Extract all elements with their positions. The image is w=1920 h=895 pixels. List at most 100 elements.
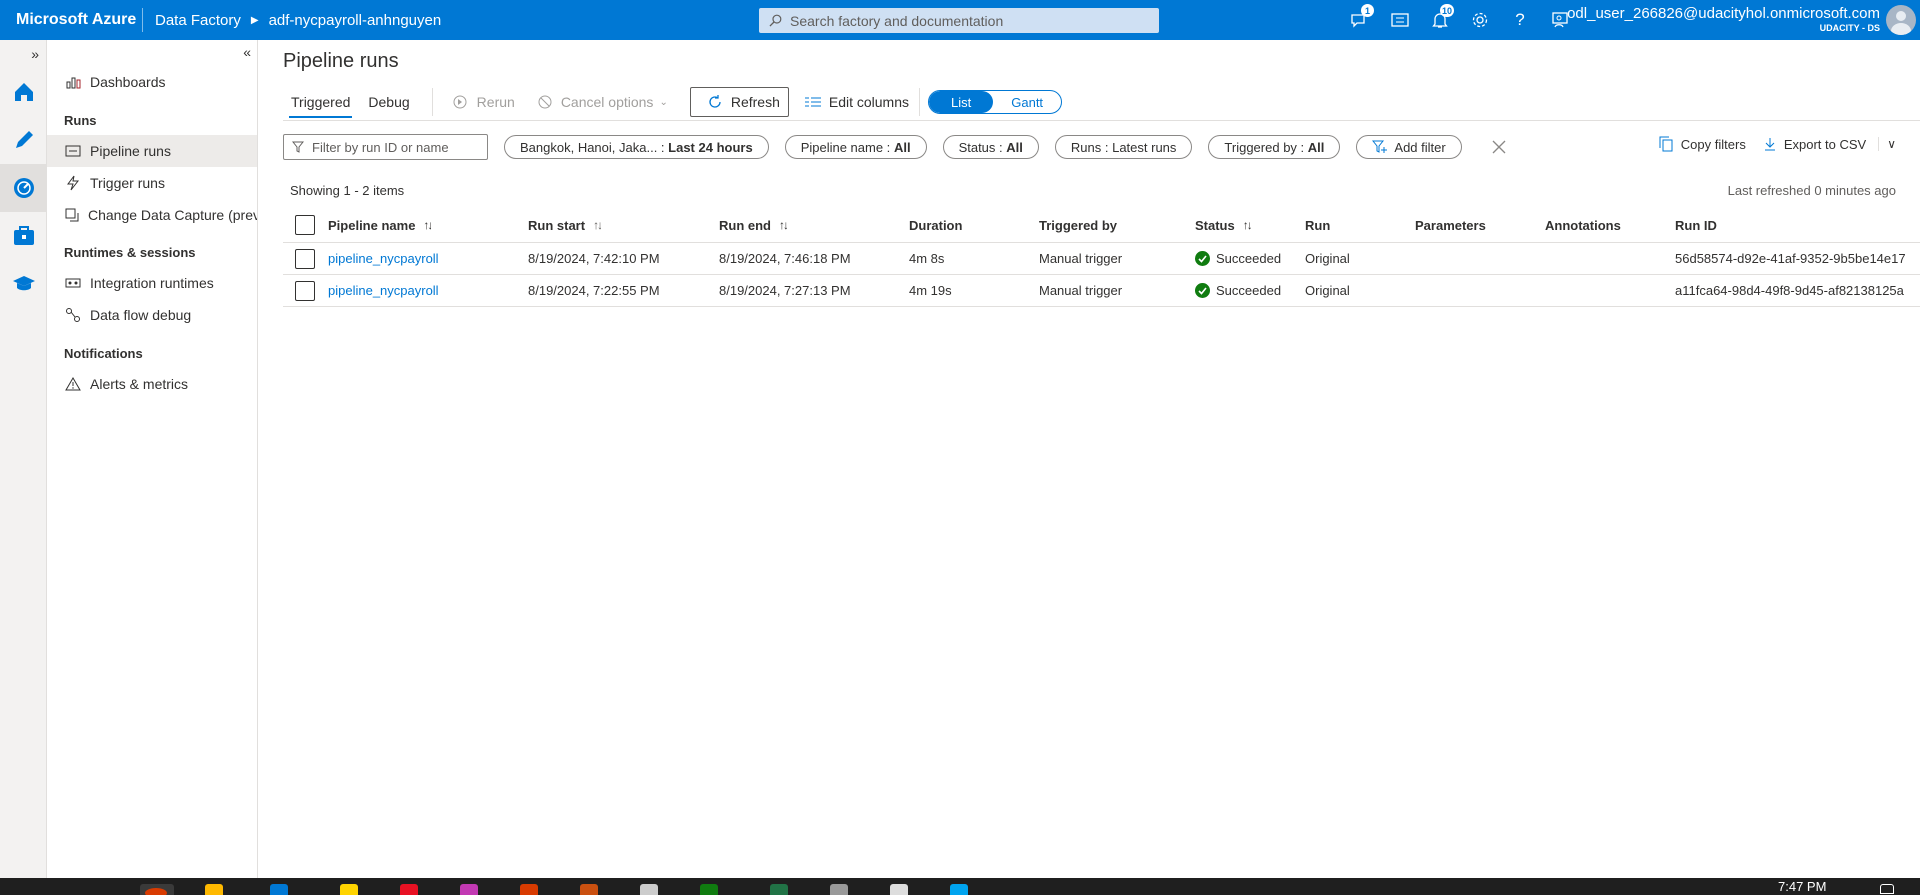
nav-item-trigger-runs[interactable]: Trigger runs xyxy=(47,167,257,199)
nav-item-data-flow-debug[interactable]: Data flow debug xyxy=(47,299,257,331)
chrome-icon[interactable] xyxy=(145,888,167,895)
help-button[interactable]: ? xyxy=(1500,0,1540,40)
checkbox-box xyxy=(295,280,315,301)
pipeline-name-link[interactable]: pipeline_nycpayroll xyxy=(328,243,439,274)
copy-filters-button[interactable]: Copy filters xyxy=(1659,136,1746,152)
list-view-button[interactable]: List xyxy=(929,91,994,113)
col-triggered-by[interactable]: Triggered by xyxy=(1039,208,1117,242)
col-run-end[interactable]: Run end ↑↓ xyxy=(719,208,787,242)
taskbar-app-icon[interactable] xyxy=(460,884,478,895)
collapse-nav-icon[interactable]: « xyxy=(243,44,251,60)
status-filter[interactable]: Status : All xyxy=(942,135,1039,159)
taskbar-app-icon[interactable] xyxy=(700,884,718,895)
view-toggle: List Gantt xyxy=(928,90,1063,114)
refresh-button[interactable]: Refresh xyxy=(689,87,789,117)
timezone-label: Bangkok, Hanoi, Jaka... xyxy=(520,139,658,155)
taskbar-clock[interactable]: 7:47 PM xyxy=(1778,879,1826,894)
run-end-cell: 8/19/2024, 7:46:18 PM xyxy=(719,251,851,266)
select-all-checkbox[interactable] xyxy=(295,208,315,242)
close-icon xyxy=(1492,140,1506,154)
expand-rail-button[interactable]: » xyxy=(0,40,47,68)
rail-manage[interactable] xyxy=(0,212,47,260)
col-pipeline-name[interactable]: Pipeline name ↑↓ xyxy=(328,208,431,242)
col-status[interactable]: Status ↑↓ xyxy=(1195,208,1251,242)
nav-item-change-data-capture[interactable]: Change Data Capture (previ... xyxy=(47,199,257,231)
taskbar-app-icon[interactable] xyxy=(400,884,418,895)
taskbar-app-icon[interactable] xyxy=(520,884,538,895)
nav-item-alerts-metrics[interactable]: Alerts & metrics xyxy=(47,368,257,400)
edit-columns-label: Edit columns xyxy=(828,94,910,110)
rail-monitor[interactable] xyxy=(0,164,47,212)
edit-columns-button[interactable]: Edit columns xyxy=(804,86,910,118)
toolbar-rule xyxy=(283,120,1920,121)
avatar[interactable] xyxy=(1886,5,1916,35)
warning-triangle-icon xyxy=(64,377,82,391)
sort-icon: ↑↓ xyxy=(779,218,787,232)
tab-debug[interactable]: Debug xyxy=(366,86,411,118)
col-annotations[interactable]: Annotations xyxy=(1545,208,1621,242)
file-explorer-icon[interactable] xyxy=(205,884,223,895)
notification-center-icon[interactable] xyxy=(1880,884,1894,894)
switch-directory-button[interactable] xyxy=(1380,0,1420,40)
nav-item-label: Trigger runs xyxy=(90,175,165,191)
col-label: Run end xyxy=(719,217,771,233)
nav-item-pipeline-runs[interactable]: Pipeline runs xyxy=(47,135,257,167)
settings-button[interactable] xyxy=(1460,0,1500,40)
pipeline-name-link[interactable]: pipeline_nycpayroll xyxy=(328,275,439,306)
more-options-button[interactable]: ∨ xyxy=(1878,137,1896,151)
account-info[interactable]: odl_user_266826@udacityhol.onmicrosoft.c… xyxy=(1567,5,1880,34)
breadcrumb-data-factory[interactable]: Data Factory xyxy=(155,12,241,29)
copy-icon xyxy=(1659,136,1673,152)
time-range-filter[interactable]: Bangkok, Hanoi, Jaka... : Last 24 hours xyxy=(504,135,769,159)
pipeline-name-filter[interactable]: Pipeline name : All xyxy=(784,135,927,159)
clear-filters-button[interactable] xyxy=(1492,140,1506,154)
col-run[interactable]: Run xyxy=(1305,208,1330,242)
nav-header-runtimes: Runtimes & sessions xyxy=(64,245,196,260)
powerpoint-icon[interactable] xyxy=(580,884,598,895)
row-checkbox[interactable] xyxy=(295,275,315,306)
taskbar-app-icon[interactable] xyxy=(830,884,848,895)
taskbar-app-icon[interactable] xyxy=(270,884,288,895)
col-duration[interactable]: Duration xyxy=(909,208,962,242)
rail-author[interactable] xyxy=(0,116,47,164)
rail-learning-center[interactable] xyxy=(0,260,47,308)
chevron-down-icon: ∨ xyxy=(1887,137,1896,151)
breadcrumb-factory-name[interactable]: adf-nycpayroll-anhnguyen xyxy=(269,12,442,29)
col-run-id[interactable]: Run ID xyxy=(1675,208,1717,242)
rail-home[interactable] xyxy=(0,68,47,116)
col-parameters[interactable]: Parameters xyxy=(1415,208,1486,242)
table-row[interactable]: pipeline_nycpayroll 8/19/2024, 7:22:55 P… xyxy=(283,275,1920,307)
table-row[interactable]: pipeline_nycpayroll 8/19/2024, 7:42:10 P… xyxy=(283,243,1920,275)
nav-item-dashboards[interactable]: Dashboards xyxy=(47,66,257,98)
taskbar-app-icon[interactable] xyxy=(950,884,968,895)
integration-runtime-icon xyxy=(64,276,82,290)
account-email: odl_user_266826@udacityhol.onmicrosoft.c… xyxy=(1567,5,1880,22)
azure-brand[interactable]: Microsoft Azure xyxy=(0,11,140,29)
nav-item-integration-runtimes[interactable]: Integration runtimes xyxy=(47,267,257,299)
cancel-options-button[interactable]: Cancel options ⌄ xyxy=(537,86,668,118)
taskbar-app-icon[interactable] xyxy=(640,884,658,895)
global-search-input[interactable]: Search factory and documentation xyxy=(759,8,1159,33)
add-filter-button[interactable]: Add filter xyxy=(1356,135,1462,159)
taskbar-app-icon[interactable] xyxy=(890,884,908,895)
excel-icon[interactable] xyxy=(770,884,788,895)
feedback-button[interactable]: 1 xyxy=(1340,0,1380,40)
duration-cell: 4m 19s xyxy=(909,283,952,298)
runs-filter-label: Runs : xyxy=(1070,139,1109,155)
run-filter-input[interactable]: Filter by run ID or name xyxy=(283,134,488,160)
tab-triggered[interactable]: Triggered xyxy=(289,86,353,118)
row-checkbox[interactable] xyxy=(295,243,315,274)
nav-item-label: Dashboards xyxy=(90,74,166,90)
sort-descending-icon: ↑↓ xyxy=(593,218,602,232)
brand-divider xyxy=(142,8,143,32)
download-icon xyxy=(1764,138,1775,151)
rerun-button[interactable]: Rerun xyxy=(451,86,515,118)
export-csv-button[interactable]: Export to CSV xyxy=(1764,137,1866,152)
notifications-button[interactable]: 10 xyxy=(1420,0,1460,40)
runs-filter[interactable]: Runs : Latest runs xyxy=(1054,135,1193,159)
filter-icon xyxy=(292,141,304,153)
col-run-start[interactable]: Run start ↑↓ xyxy=(528,208,601,242)
gantt-view-button[interactable]: Gantt xyxy=(993,91,1061,113)
sticky-notes-icon[interactable] xyxy=(340,884,358,895)
triggered-by-filter[interactable]: Triggered by : All xyxy=(1208,135,1341,159)
